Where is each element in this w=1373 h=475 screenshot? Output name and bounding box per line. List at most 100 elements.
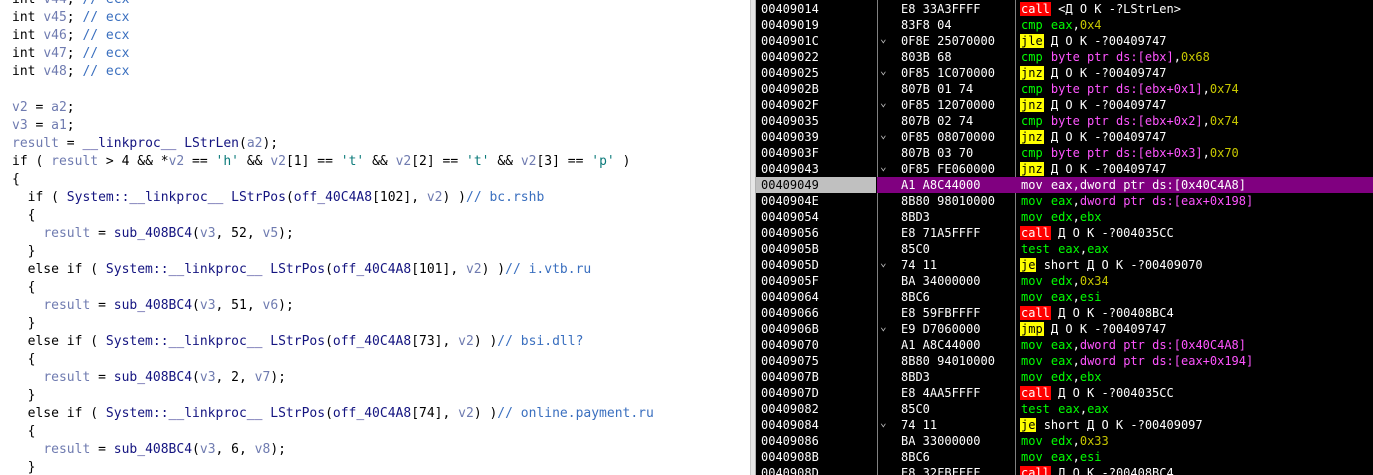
code-line[interactable]: result = sub_408BC4(v3, 2, v7); [12, 369, 286, 387]
disasm-address[interactable]: 00409066 [761, 305, 819, 321]
disasm-instruction[interactable]: test eax,eax [1020, 401, 1109, 417]
code-variable[interactable]: v2 [521, 154, 537, 169]
disasm-instruction[interactable]: mov edx,ebx [1020, 369, 1102, 385]
disasm-instruction[interactable]: jnz Д О К -?00409747 [1020, 65, 1167, 81]
code-variable[interactable]: result [43, 298, 90, 313]
code-line[interactable]: { [12, 279, 36, 297]
code-function[interactable]: off_40C4A8 [333, 406, 411, 421]
disassembly-pane[interactable]: 00409014 E8 33A3FFFF call <Д О К -?LStrLen… [756, 0, 1373, 475]
disasm-address[interactable]: 00409054 [761, 209, 819, 225]
disasm-operand[interactable]: short Д О К -?00409097 [1044, 418, 1203, 432]
code-variable[interactable]: v3 [12, 118, 28, 133]
code-function[interactable]: System::__linkproc__ LStrPos [67, 190, 286, 205]
code-line[interactable]: } [12, 243, 36, 261]
code-line[interactable]: result = sub_408BC4(v3, 6, v8); [12, 441, 286, 459]
disasm-instruction[interactable]: je short Д О К -?00409097 [1020, 417, 1203, 433]
code-line[interactable]: v2 = a2; [12, 99, 75, 117]
code-variable[interactable]: v3 [200, 442, 216, 457]
disasm-address[interactable]: 0040903F [761, 145, 819, 161]
disasm-instruction[interactable]: jle Д О К -?00409747 [1020, 33, 1167, 49]
disasm-instruction[interactable]: mov eax,esi [1020, 289, 1102, 305]
disasm-row[interactable]: 0040905F BA 34000000 mov edx,0x34 [756, 273, 1373, 289]
disasm-instruction[interactable]: je short Д О К -?00409070 [1020, 257, 1203, 273]
jump-arrow-icon[interactable]: ⌄ [880, 95, 887, 111]
disasm-instruction[interactable]: mov eax,dword ptr ds:[eax+0x194] [1020, 353, 1253, 369]
code-line[interactable]: int v46; // ecx [12, 27, 129, 45]
disasm-address[interactable]: 00409043 [761, 161, 819, 177]
disasm-instruction[interactable]: mov edx,0x34 [1020, 273, 1109, 289]
code-line[interactable]: else if ( System::__linkproc__ LStrPos(o… [12, 405, 654, 423]
code-variable[interactable]: result [43, 370, 90, 385]
disasm-row[interactable]: 0040907D E8 4AA5FFFF call Д О К -?004035CC [756, 385, 1373, 401]
code-variable[interactable]: v8 [255, 442, 271, 457]
code-line[interactable]: } [12, 459, 36, 475]
disasm-operand[interactable]: Д О К -?00409747 [1051, 130, 1167, 144]
code-function[interactable]: __linkproc__ LStrLen [82, 136, 239, 151]
code-line[interactable]: } [12, 387, 36, 405]
code-function[interactable]: sub_408BC4 [114, 298, 192, 313]
disasm-address[interactable]: 0040905F [761, 273, 819, 289]
code-function[interactable]: System::__linkproc__ LStrPos [106, 262, 325, 277]
disasm-instruction[interactable]: call Д О К -?00408BC4 [1020, 465, 1174, 475]
code-function[interactable]: sub_408BC4 [114, 226, 192, 241]
disasm-row[interactable]: 0040905D ⌄ 74 11 je short Д О К -?00409070 [756, 256, 1373, 273]
disasm-address[interactable]: 00409035 [761, 113, 819, 129]
disasm-address[interactable]: 00409049 [761, 177, 819, 193]
disasm-operand[interactable]: Д О К -?00409747 [1051, 98, 1167, 112]
disasm-row[interactable]: 0040902B 807B 01 74 cmp byte ptr ds:[ebx+0… [756, 81, 1373, 97]
pseudocode-pane[interactable]: int v44; // ecxint v45; // ecxint v46; /… [0, 0, 750, 475]
disasm-row[interactable]: 00409070 A1 A8C44000 mov eax,dword ptr ds:… [756, 337, 1373, 353]
disasm-row-selected[interactable]: 00409049 A1 A8C44000 mov eax,dword ptr ds:… [756, 177, 1373, 193]
disasm-address[interactable]: 00409022 [761, 49, 819, 65]
disasm-address[interactable]: 00409064 [761, 289, 819, 305]
disasm-instruction[interactable]: cmp byte ptr ds:[ebx+0x3],0x70 [1020, 145, 1239, 161]
code-line[interactable]: { [12, 171, 20, 189]
disasm-row[interactable]: 00409056 E8 71A5FFFF call Д О К -?004035CC [756, 225, 1373, 241]
code-line[interactable]: if ( result > 4 && *v2 == 'h' && v2[1] =… [12, 153, 630, 171]
disasm-instruction[interactable]: jnz Д О К -?00409747 [1020, 97, 1167, 113]
disasm-operand[interactable]: Д О К -?00409747 [1051, 322, 1167, 336]
disasm-row[interactable]: 0040905B 85C0 test eax,eax [756, 241, 1373, 257]
code-variable[interactable]: result [43, 442, 90, 457]
jump-arrow-icon[interactable]: ⌄ [880, 127, 887, 143]
disasm-address[interactable]: 0040905D [761, 257, 819, 273]
disasm-row[interactable]: 00409066 E8 59FBFFFF call Д О К -?00408BC4 [756, 305, 1373, 321]
disasm-operand[interactable]: Д О К -?00409747 [1051, 34, 1167, 48]
disasm-instruction[interactable]: mov edx,0x33 [1020, 433, 1109, 449]
disasm-row[interactable]: 0040902F ⌄ 0F85 12070000 jnz Д О К -?004097… [756, 95, 1373, 113]
code-function[interactable]: sub_408BC4 [114, 442, 192, 457]
disasm-address[interactable]: 00409056 [761, 225, 819, 241]
code-variable[interactable]: result [43, 226, 90, 241]
disasm-row[interactable]: 00409014 E8 33A3FFFF call <Д О К -?LStrLen… [756, 1, 1373, 17]
disasm-instruction[interactable]: call Д О К -?004035CC [1020, 385, 1174, 401]
disasm-row[interactable]: 00409039 ⌄ 0F85 08070000 jnz Д О К -?004097… [756, 127, 1373, 145]
code-variable[interactable]: v2 [169, 154, 185, 169]
code-function[interactable]: off_40C4A8 [333, 334, 411, 349]
code-line[interactable]: int v45; // ecx [12, 9, 129, 27]
code-variable[interactable]: result [51, 154, 98, 169]
disasm-instruction[interactable]: test eax,eax [1020, 241, 1109, 257]
code-variable[interactable]: v3 [200, 298, 216, 313]
code-function[interactable]: off_40C4A8 [333, 262, 411, 277]
code-line[interactable]: { [12, 423, 36, 441]
disasm-address[interactable]: 00409070 [761, 337, 819, 353]
code-variable[interactable]: v3 [200, 226, 216, 241]
code-line[interactable]: if ( System::__linkproc__ LStrPos(off_40… [12, 189, 545, 207]
disasm-row[interactable]: 0040908D E8 32FBFFFF call Д О К -?00408BC4 [756, 465, 1373, 475]
disasm-row[interactable]: 0040907B 8BD3 mov edx,ebx [756, 369, 1373, 385]
disasm-row[interactable]: 00409054 8BD3 mov edx,ebx [756, 209, 1373, 225]
disasm-operand[interactable]: Д О К -?00409747 [1051, 162, 1167, 176]
code-variable[interactable]: v2 [458, 406, 474, 421]
disasm-address[interactable]: 00409082 [761, 401, 819, 417]
disasm-operand[interactable]: Д О К -?004035CC [1058, 226, 1174, 240]
disasm-row[interactable]: 00409082 85C0 test eax,eax [756, 401, 1373, 417]
disasm-instruction[interactable]: mov eax,dword ptr ds:[0x40C4A8] [1020, 337, 1246, 353]
disasm-instruction[interactable]: mov eax,esi [1020, 449, 1102, 465]
code-variable[interactable]: v2 [12, 100, 28, 115]
code-variable[interactable]: v2 [427, 190, 443, 205]
disasm-address[interactable]: 0040902B [761, 81, 819, 97]
disasm-row[interactable]: 0040901C ⌄ 0F8E 25070000 jle Д О К -?004097… [756, 32, 1373, 49]
disasm-address[interactable]: 00409014 [761, 1, 819, 17]
disasm-instruction[interactable]: mov edx,ebx [1020, 209, 1102, 225]
code-variable[interactable]: v2 [270, 154, 286, 169]
